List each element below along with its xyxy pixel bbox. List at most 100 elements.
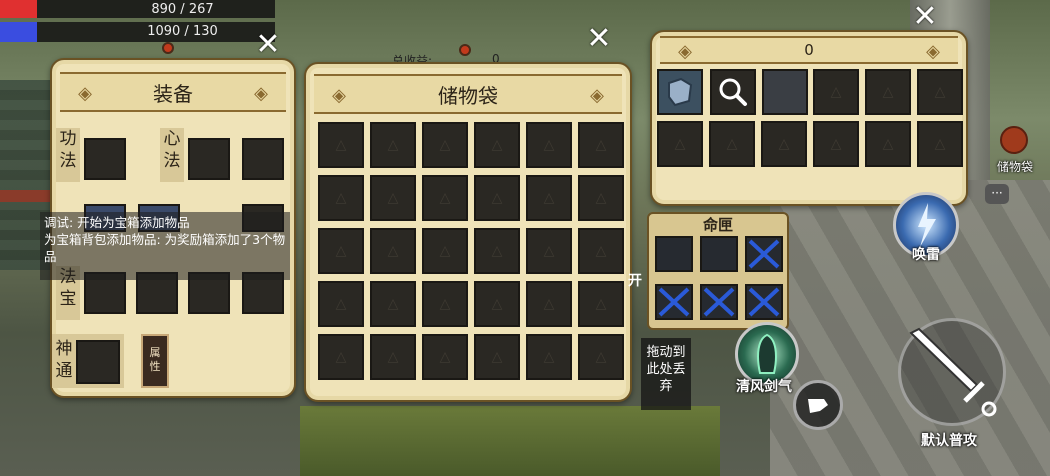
storage-slot[interactable] — [422, 334, 468, 380]
locked-x-icon — [703, 287, 735, 317]
chest-panel: ◈ 0 ◈ — [650, 30, 968, 206]
chest-slot[interactable] — [761, 121, 807, 167]
storage-slot[interactable] — [318, 122, 364, 168]
chest-slot[interactable] — [917, 69, 963, 115]
mp-bar: 1090 / 130 — [0, 22, 275, 42]
cloaked-figure-icon — [757, 333, 777, 374]
chest-slot[interactable] — [657, 121, 703, 167]
ornament-right-icon: ◈ — [926, 41, 940, 62]
mp-bar-fill — [0, 22, 37, 42]
fate-slot-locked[interactable] — [655, 284, 693, 320]
storage-slot[interactable] — [318, 281, 364, 327]
storage-slot[interactable] — [318, 228, 364, 274]
dash-icon — [808, 399, 828, 413]
chest-slot[interactable] — [813, 69, 859, 115]
locked-x-icon — [748, 287, 780, 317]
chest-title-bar: ◈ 0 ◈ — [660, 36, 958, 64]
thunder-skill-label: 唤雷 — [912, 247, 940, 263]
open-label: 开 — [628, 273, 642, 289]
storage-close-button[interactable]: ✕ — [584, 24, 614, 54]
fate-slot-locked[interactable] — [745, 284, 783, 320]
drop-zone[interactable]: 拖动到此处丢弃 — [641, 338, 691, 410]
default-attack-label: 默认普攻 — [921, 433, 977, 449]
equipment-title-bar: ◈ 装备 ◈ — [60, 72, 286, 112]
storage-slot[interactable] — [526, 175, 572, 221]
storage-bag-label: 储物袋 — [997, 160, 1034, 174]
storage-slot[interactable] — [578, 122, 624, 168]
chest-slot[interactable] — [865, 69, 911, 115]
xinfa-slot-2[interactable] — [242, 138, 284, 180]
chest-slot[interactable] — [813, 121, 859, 167]
chest-slot-armor[interactable] — [657, 69, 703, 115]
storage-slot[interactable] — [526, 281, 572, 327]
storage-slot[interactable] — [578, 175, 624, 221]
hanging-knot — [459, 44, 471, 56]
fate-slot-locked[interactable] — [745, 236, 783, 272]
storage-slot[interactable] — [526, 228, 572, 274]
storage-slot[interactable] — [474, 122, 520, 168]
locked-x-icon — [748, 239, 780, 269]
label-gongfa: 功 法 — [56, 128, 80, 182]
label-shentong: 神 通 — [55, 339, 73, 381]
locked-x-icon — [658, 287, 690, 317]
debug-log: 调试: 开始为宝箱添加物品 为宝箱背包添加物品: 为奖励箱添加了3个物品 — [40, 212, 290, 280]
chest-slot[interactable] — [865, 121, 911, 167]
ornament-left-icon: ◈ — [678, 41, 692, 62]
chest-slot-empty[interactable] — [762, 69, 808, 115]
storage-slot[interactable] — [526, 122, 572, 168]
equipment-close-button[interactable]: ✕ — [253, 30, 283, 60]
storage-slot[interactable] — [422, 175, 468, 221]
magnifier-icon — [719, 78, 747, 106]
hanging-knot — [162, 42, 174, 54]
armor-item-icon — [668, 77, 693, 107]
default-attack-button[interactable] — [898, 318, 1006, 426]
sword-icon — [909, 327, 997, 417]
storage-slot[interactable] — [474, 334, 520, 380]
storage-title: 储物袋 — [438, 83, 498, 108]
hp-bar-fill — [0, 0, 37, 18]
fate-slot-locked[interactable] — [700, 284, 738, 320]
label-xinfa: 心 法 — [160, 128, 184, 182]
storage-slot[interactable] — [370, 281, 416, 327]
storage-slot[interactable] — [422, 122, 468, 168]
storage-slot[interactable] — [370, 175, 416, 221]
storage-slot[interactable] — [370, 122, 416, 168]
storage-slot[interactable] — [318, 175, 364, 221]
storage-slot[interactable] — [474, 281, 520, 327]
fate-slot[interactable] — [655, 236, 693, 272]
storage-slot[interactable] — [474, 228, 520, 274]
dash-button[interactable] — [793, 380, 843, 430]
storage-panel: ◈ 储物袋 ◈ — [304, 62, 632, 402]
debug-line: 为宝箱背包添加物品: 为奖励箱添加了3个物品 — [44, 232, 286, 264]
attribute-button[interactable]: 属 性 — [141, 334, 169, 388]
chest-slot[interactable] — [917, 121, 963, 167]
shentong-slot[interactable] — [76, 340, 120, 384]
gongfa-slot[interactable] — [84, 138, 126, 180]
storage-slot[interactable] — [318, 334, 364, 380]
storage-slot[interactable] — [578, 281, 624, 327]
debug-line: 调试: 开始为宝箱添加物品 — [44, 215, 190, 230]
chest-slot-search[interactable] — [710, 69, 756, 115]
ornament-left-icon: ◈ — [78, 83, 92, 104]
storage-slot[interactable] — [370, 334, 416, 380]
storage-title-bar: ◈ 储物袋 ◈ — [314, 74, 622, 114]
storage-slot[interactable] — [370, 228, 416, 274]
chest-slot[interactable] — [709, 121, 755, 167]
storage-slot[interactable] — [578, 334, 624, 380]
fate-slot[interactable] — [700, 236, 738, 272]
storage-slot[interactable] — [422, 228, 468, 274]
chat-icon[interactable]: ··· — [985, 184, 1009, 204]
storage-bag-icon[interactable] — [1000, 126, 1028, 154]
storage-slot[interactable] — [474, 175, 520, 221]
chest-close-button[interactable]: ✕ — [910, 2, 940, 32]
xinfa-slot-1[interactable] — [188, 138, 230, 180]
storage-slot[interactable] — [526, 334, 572, 380]
ornament-right-icon: ◈ — [254, 83, 268, 104]
equipment-title: 装备 — [153, 81, 193, 106]
ornament-right-icon: ◈ — [590, 85, 604, 106]
hp-text: 890 / 267 — [151, 2, 214, 17]
storage-slot[interactable] — [422, 281, 468, 327]
storage-slot[interactable] — [578, 228, 624, 274]
mp-text: 1090 / 130 — [147, 24, 218, 39]
wind-sword-skill-label: 清风剑气 — [736, 379, 792, 395]
